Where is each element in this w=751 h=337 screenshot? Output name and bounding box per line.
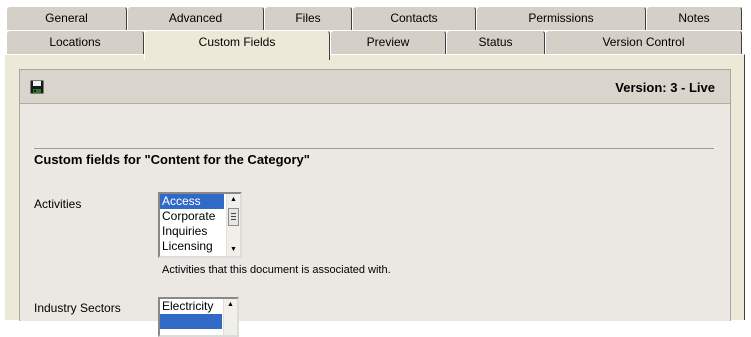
tab-contacts[interactable]: Contacts — [352, 6, 476, 30]
scroll-down-arrow-icon[interactable]: ▼ — [228, 244, 239, 256]
industry-sectors-listbox[interactable]: Electricity ▲ — [158, 297, 239, 337]
tab-version-control[interactable]: Version Control — [545, 30, 742, 54]
list-option-selected[interactable]: Access — [160, 194, 224, 209]
toolbar: Version: 3 - Live — [20, 70, 730, 104]
tab-preview[interactable]: Preview — [330, 30, 446, 54]
tab-files[interactable]: Files — [264, 6, 352, 30]
save-disk-icon[interactable] — [30, 80, 44, 94]
section-title: Custom fields for "Content for the Categ… — [34, 152, 310, 167]
activities-scrollbar[interactable]: ▲ ▼ — [226, 194, 240, 256]
scroll-up-arrow-icon[interactable]: ▲ — [228, 194, 239, 206]
content-area: Version: 3 - Live Custom fields for "Con… — [19, 69, 731, 337]
scroll-up-arrow-icon[interactable]: ▲ — [225, 299, 236, 311]
industry-sectors-label: Industry Sectors — [34, 301, 121, 315]
tab-general[interactable]: General — [6, 6, 127, 30]
tab-locations[interactable]: Locations — [6, 30, 144, 54]
tab-advanced[interactable]: Advanced — [127, 6, 264, 30]
scroll-thumb[interactable] — [228, 208, 239, 226]
tab-custom-fields[interactable]: Custom Fields — [144, 30, 330, 60]
activities-help-text: Activities that this document is associa… — [162, 264, 391, 276]
list-option-selected[interactable] — [160, 314, 222, 329]
tab-notes[interactable]: Notes — [646, 6, 742, 30]
tab-status[interactable]: Status — [446, 30, 545, 54]
version-label: Version: 3 - Live — [615, 80, 715, 95]
tab-panel: Version: 3 - Live Custom fields for "Con… — [4, 54, 745, 337]
activities-listbox[interactable]: Access Corporate Inquiries Licensing ▲ ▼ — [158, 192, 242, 258]
industry-sectors-scrollbar[interactable]: ▲ — [223, 299, 237, 335]
activities-label: Activities — [34, 197, 82, 211]
tab-permissions[interactable]: Permissions — [476, 6, 646, 30]
section-divider — [34, 148, 714, 149]
